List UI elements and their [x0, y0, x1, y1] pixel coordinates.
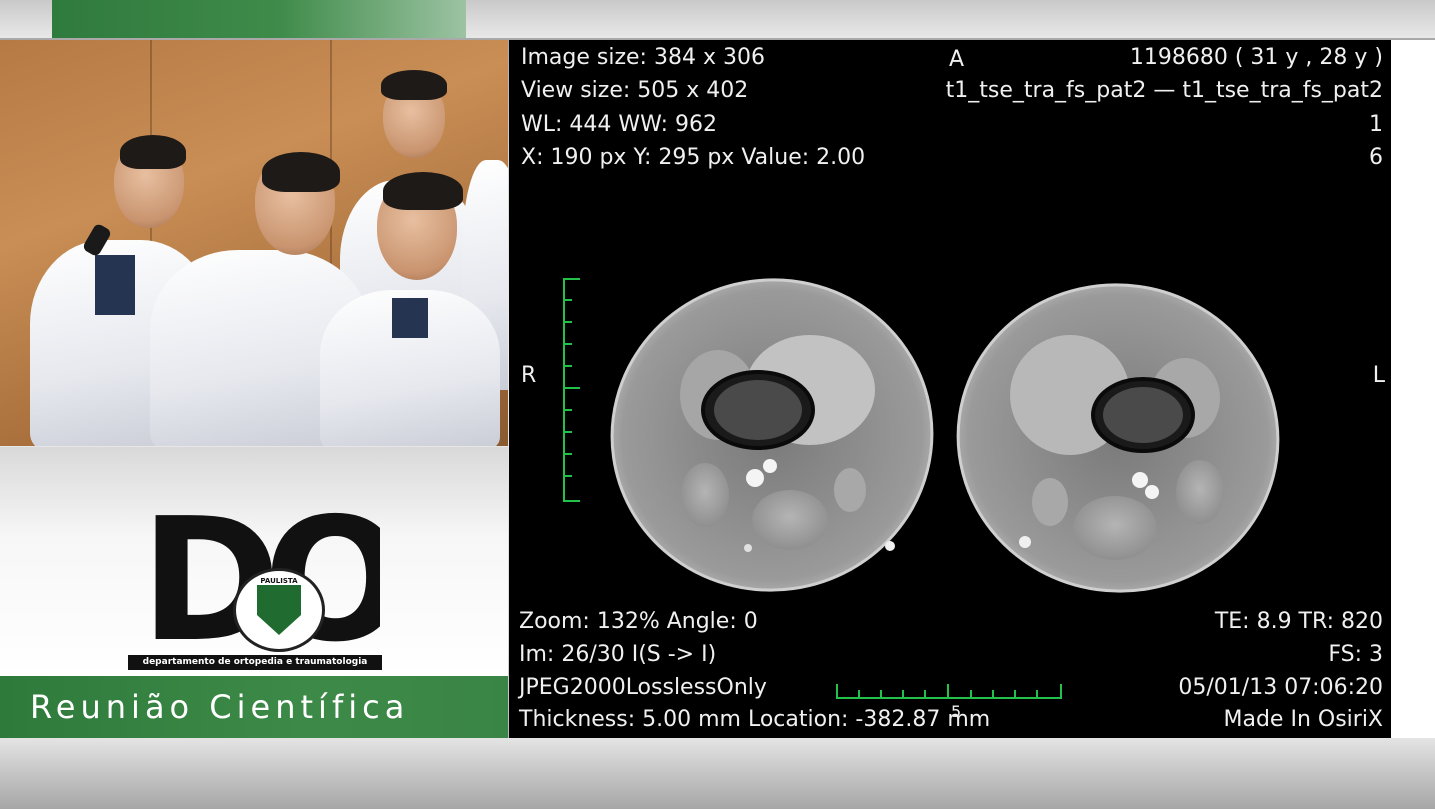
mri-axial-image[interactable]	[600, 270, 1300, 620]
compression-label: JPEG2000LosslessOnly	[519, 675, 767, 700]
series-number-label: 1	[1369, 112, 1383, 137]
department-name: departamento de ortopedia e traumatologi…	[128, 655, 382, 670]
top-banner-green-accent	[52, 0, 466, 38]
event-title-banner: Reunião Científica	[0, 676, 508, 738]
camera-feed	[0, 40, 508, 446]
made-in-label: Made In OsiriX	[1223, 707, 1384, 732]
vertical-scale-bar	[563, 278, 580, 502]
thickness-location-label: Thickness: 5.00 mm Location: -382.87 mm	[519, 707, 991, 732]
patient-id-label: 1198680 ( 31 y , 28 y )	[1129, 45, 1383, 70]
image-size-label: Image size: 384 x 306	[521, 45, 765, 70]
viewer-right-margin	[1391, 40, 1435, 738]
horizontal-scale-bar	[836, 684, 1062, 699]
fs-label: FS: 3	[1328, 642, 1383, 667]
leg-cross-section-right	[610, 278, 934, 592]
leg-cross-section-left	[956, 283, 1280, 593]
image-number-label: 6	[1369, 145, 1383, 170]
orientation-anterior-label: A	[949, 47, 965, 72]
series-name-label: t1_tse_tra_fs_pat2 — t1_tse_tra_fs_pat2	[945, 78, 1383, 103]
shield-icon	[257, 585, 301, 635]
datetime-label: 05/01/13 07:06:20	[1178, 675, 1383, 700]
seal-label: PAULISTA	[260, 577, 298, 585]
window-level-label: WL: 444 WW: 962	[521, 112, 718, 137]
cursor-value-label: X: 190 px Y: 295 px Value: 2.00	[521, 145, 866, 170]
scale-bar-label: 5	[951, 702, 962, 721]
bottom-banner-strip	[0, 738, 1435, 809]
orientation-left-label: L	[1372, 363, 1385, 388]
view-size-label: View size: 505 x 402	[521, 78, 749, 103]
orientation-right-label: R	[521, 363, 537, 388]
image-index-label: Im: 26/30 I(S -> I)	[519, 642, 717, 667]
